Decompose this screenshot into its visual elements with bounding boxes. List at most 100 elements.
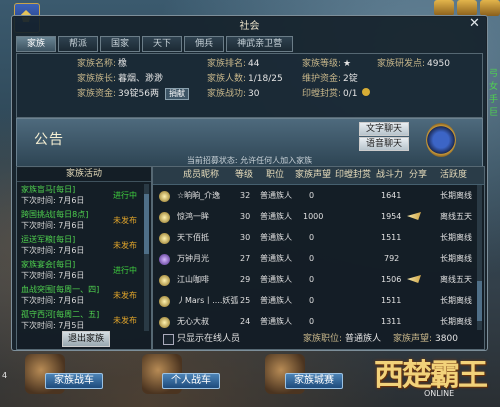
member-scrollbar[interactable] (477, 185, 482, 330)
funds-value: 39锭56两 (118, 89, 159, 99)
member-activity: 长期离线 (440, 254, 472, 263)
close-icon[interactable]: ✕ (468, 17, 481, 30)
recruit-status: 当前招募状态: 允许任何人加入家族 (186, 156, 313, 165)
tab-mercenary[interactable]: 佣兵 (184, 36, 225, 52)
city-race-button[interactable]: 家族城赛 (265, 354, 365, 396)
personal-war-button[interactable]: 个人战车 (142, 354, 232, 396)
table-row[interactable]: ☆晌晌_介逸 32 普通族人 0 1641 长期离线 (153, 187, 476, 205)
activity-item[interactable]: 血战突围[每周一、四] 下次时间: 7月6日 未发布 (21, 284, 137, 308)
member-prestige: 0 (309, 233, 315, 242)
tab-gang[interactable]: 帮派 (58, 36, 99, 52)
personal-war-label: 个人战车 (162, 373, 220, 389)
col-share[interactable]: 分享 (409, 167, 427, 184)
member-activity: 长期离线 (440, 317, 472, 326)
notice-label: 公告 (34, 132, 64, 148)
activity-item[interactable]: 家族盲马[每日] 下次时间: 7月6日 进行中 (21, 184, 137, 208)
activity-status: 未发布 (113, 241, 137, 250)
member-prestige: 0 (309, 275, 315, 284)
col-power[interactable]: 战斗力 (376, 167, 403, 184)
member-table-header: 成员昵称 等级 职位 家族声望 印螳封赏 战斗力 分享 活跃度 (153, 167, 484, 185)
member-level: 27 (240, 254, 251, 263)
family-war-button[interactable]: 家族战车 (25, 354, 115, 396)
col-name[interactable]: 成员昵称 (183, 167, 219, 184)
member-position: 普通族人 (260, 296, 292, 305)
seal-reward-label: 印螳封赏: (302, 89, 342, 99)
side-text-line: 手 (488, 95, 498, 105)
table-row[interactable]: 万钟月光 27 普通族人 0 792 长期离线 (153, 250, 476, 268)
member-prestige: 0 (309, 191, 315, 200)
member-level: 25 (240, 296, 251, 305)
sun-profession-icon (159, 191, 170, 202)
activity-item[interactable]: 孤守西河[每周二、五] 下次时间: 7月5日 未发布 (21, 309, 137, 330)
tab-family[interactable]: 家族 (16, 36, 57, 52)
activity-status: 进行中 (113, 191, 137, 200)
member-prestige: 0 (309, 296, 315, 305)
scroll-thumb[interactable] (477, 281, 482, 321)
event-icon[interactable] (457, 0, 477, 16)
activity-item[interactable]: 跨国挑战[每日8点] 下次时间: 7月6日 未发布 (21, 209, 137, 233)
activity-status: 进行中 (113, 266, 137, 275)
logo-subtitle: ONLINE (424, 389, 455, 398)
table-row[interactable]: 无心大叔 24 普通族人 0 1311 长期离线 (153, 313, 476, 331)
text-chat-button[interactable]: 文字聊天 (359, 122, 409, 136)
side-text-line: 女 (488, 82, 498, 92)
col-activity[interactable]: 活跃度 (440, 167, 467, 184)
voice-chat-button[interactable]: 语音聊天 (359, 137, 409, 151)
family-emblem-icon[interactable] (426, 123, 456, 157)
family-level-label: 家族等级: (302, 59, 342, 69)
member-position: 普通族人 (260, 275, 292, 284)
table-row[interactable]: 丿Mars丨....妖弧 25 普通族人 0 1511 长期离线 (153, 292, 476, 310)
activity-item[interactable]: 运送军粮[每日] 下次时间: 7月6日 未发布 (21, 234, 137, 258)
scroll-thumb[interactable] (144, 194, 149, 254)
sun-profession-icon (159, 212, 170, 223)
social-window: 社会 ✕ 家族 帮派 国家 天下 佣兵 神武亲卫营 家族名称: 橡 家族排名: 44… (11, 15, 488, 351)
member-activity: 长期离线 (440, 191, 472, 200)
leader-value: 暮烟、渺渺 (118, 74, 164, 84)
table-row[interactable]: 天下佰抵 30 普通族人 0 1511 长期离线 (153, 229, 476, 247)
online-only-checkbox[interactable] (163, 334, 174, 345)
member-name: ☆晌晌_介逸 (177, 191, 221, 200)
member-count-value: 1/18/25 (248, 74, 283, 84)
online-only-label[interactable]: 只显示在线人员 (177, 331, 240, 347)
window-title: 社会 (239, 21, 260, 32)
member-power: 792 (384, 254, 400, 263)
funds-label: 家族资金: (77, 89, 117, 99)
member-power: 1311 (381, 317, 402, 326)
member-name: 无心大叔 (177, 317, 209, 326)
member-power: 1511 (381, 233, 402, 242)
activity-scrollbar[interactable] (144, 184, 149, 331)
member-activity: 离线五天 (440, 212, 472, 221)
col-seal[interactable]: 印螳封赏 (335, 167, 371, 184)
tab-nation[interactable]: 国家 (100, 36, 141, 52)
reward-icon[interactable] (434, 0, 454, 16)
exit-family-button[interactable]: 退出家族 (62, 331, 110, 347)
activity-title: 家族活动 (17, 167, 151, 182)
research-value: 4950 (427, 59, 450, 69)
tab-royal-guard[interactable]: 神武亲卫营 (226, 36, 294, 52)
member-prestige: 0 (309, 254, 315, 263)
tab-world[interactable]: 天下 (142, 36, 183, 52)
side-text-line: 弓 (488, 69, 498, 79)
member-name: 丿Mars丨....妖弧 (177, 296, 239, 305)
activity-item[interactable]: 家族宴会[每日] 下次时间: 7月6日 进行中 (21, 259, 137, 283)
battle-merit-value: 30 (248, 89, 260, 99)
donate-button[interactable]: 捐献 (164, 88, 189, 100)
shop-icon[interactable] (480, 0, 500, 16)
share-wing-icon[interactable] (407, 212, 421, 220)
col-level[interactable]: 等级 (235, 167, 253, 184)
table-row[interactable]: 江山咖啡 29 普通族人 0 1506 离线五天 (153, 271, 476, 289)
table-row[interactable]: 惊鸿一眸 30 普通族人 1000 1954 离线五天 (153, 208, 476, 226)
side-chat-text: 弓 女 手 巨 (489, 68, 498, 120)
col-position[interactable]: 职位 (266, 167, 284, 184)
member-count-label: 家族人数: (207, 74, 247, 84)
family-war-label: 家族战车 (45, 373, 103, 389)
share-wing-icon[interactable] (407, 275, 421, 283)
member-level: 30 (240, 212, 251, 221)
sun-profession-icon (159, 317, 170, 328)
star-icon: ★ (343, 59, 352, 69)
col-prestige[interactable]: 家族声望 (295, 167, 331, 184)
member-list-panel: 成员昵称 等级 职位 家族声望 印螳封赏 战斗力 分享 活跃度 ☆晌晌_介逸 3… (152, 166, 485, 350)
member-position: 普通族人 (260, 254, 292, 263)
member-power: 1954 (381, 212, 402, 221)
member-prestige: 1000 (303, 212, 324, 221)
